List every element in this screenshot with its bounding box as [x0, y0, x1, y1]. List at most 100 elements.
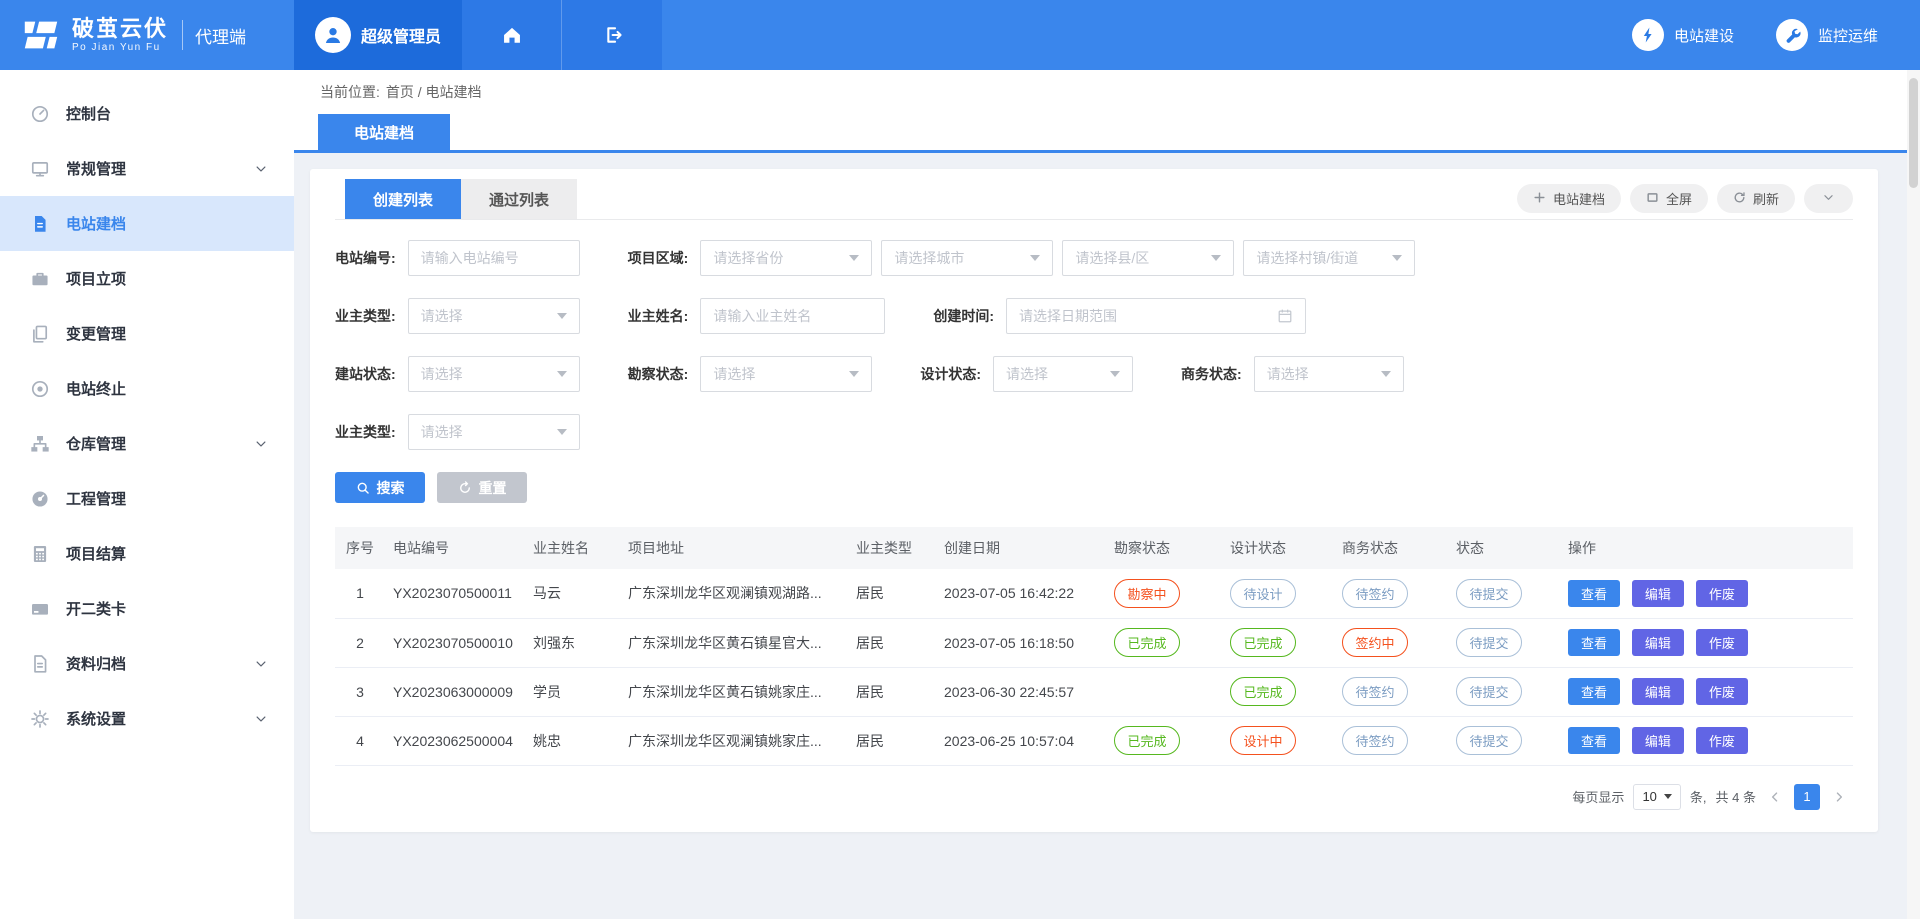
table-row: 3 YX2023063000009 学员 广东深圳龙华区黄石镇姚家庄... 居民… — [335, 667, 1853, 716]
sidebar-item[interactable]: 资料归档 — [0, 636, 294, 691]
sidebar-item[interactable]: 电站终止 — [0, 361, 294, 416]
caret-down-icon — [1110, 371, 1120, 377]
caret-down-icon — [1664, 794, 1672, 799]
cell-survey-status — [1106, 667, 1222, 716]
survey-status-select[interactable]: 请选择 — [700, 356, 872, 392]
sidebar-item[interactable]: 工程管理 — [0, 471, 294, 526]
build-status-select[interactable]: 请选择 — [408, 356, 580, 392]
view-button[interactable]: 查看 — [1568, 629, 1620, 656]
sidebar-item[interactable]: 系统设置 — [0, 691, 294, 746]
records-table: 序号电站编号业主姓名项目地址业主类型创建日期勘察状态设计状态商务状态状态操作 1… — [335, 527, 1853, 766]
avatar — [315, 17, 351, 53]
city-select[interactable]: 请选择城市 — [881, 240, 1053, 276]
sidebar-item[interactable]: 仓库管理 — [0, 416, 294, 471]
filter-group: 创建时间: 请选择日期范围 — [933, 298, 1306, 334]
owner-type-select[interactable]: 请选择 — [408, 298, 580, 334]
tab-passed-list[interactable]: 通过列表 — [461, 179, 577, 219]
cell-station-no: YX2023070500011 — [385, 569, 525, 618]
edit-button[interactable]: 编辑 — [1632, 629, 1684, 656]
survey-status-badge: 已完成 — [1114, 726, 1180, 755]
business-status-select[interactable]: 请选择 — [1254, 356, 1404, 392]
search-button[interactable]: 搜索 — [335, 472, 425, 503]
county-select[interactable]: 请选择县/区 — [1062, 240, 1234, 276]
sidebar-item[interactable]: 常规管理 — [0, 141, 294, 196]
toolbar-button[interactable]: 电站建档 — [1517, 184, 1621, 213]
owner-type-2-select[interactable]: 请选择 — [408, 414, 580, 450]
sidebar-item[interactable]: 开二类卡 — [0, 581, 294, 636]
cell-address: 广东深圳龙华区观澜镇观湖路... — [620, 569, 848, 618]
caret-down-icon — [1392, 255, 1402, 261]
create-time-date-range[interactable]: 请选择日期范围 — [1006, 298, 1306, 334]
edit-button[interactable]: 编辑 — [1632, 678, 1684, 705]
cell-index: 1 — [335, 569, 385, 618]
view-button[interactable]: 查看 — [1568, 727, 1620, 754]
next-page-button[interactable] — [1829, 790, 1849, 804]
toolbar-button[interactable]: 刷新 — [1717, 184, 1795, 213]
page-size-select[interactable]: 10 — [1633, 784, 1680, 810]
user-menu[interactable]: 超级管理员 — [294, 0, 462, 70]
filter-group: 业主类型: 请选择 — [335, 298, 580, 334]
tab-create-list[interactable]: 创建列表 — [345, 179, 461, 219]
per-page-unit: 条, — [1690, 787, 1707, 806]
topbar: 破茧云伏 Po Jian Yun Fu 代理端 超级管理员 电站建设 监控运维 — [0, 0, 1920, 70]
province-select[interactable]: 请选择省份 — [700, 240, 872, 276]
view-button[interactable]: 查看 — [1568, 580, 1620, 607]
filter-label: 业主类型: — [335, 306, 396, 326]
logout-button[interactable] — [562, 0, 662, 70]
design-status-select[interactable]: 请选择 — [993, 356, 1133, 392]
column-header: 业主姓名 — [525, 527, 620, 569]
sidebar-item[interactable]: 项目立项 — [0, 251, 294, 306]
survey-status-badge: 已完成 — [1114, 628, 1180, 657]
search-icon — [356, 481, 370, 495]
sidebar-item[interactable]: 控制台 — [0, 86, 294, 141]
view-button[interactable]: 查看 — [1568, 678, 1620, 705]
void-button[interactable]: 作废 — [1696, 678, 1748, 705]
void-button[interactable]: 作废 — [1696, 580, 1748, 607]
toolbar-button[interactable]: 全屏 — [1630, 184, 1708, 213]
cell-business-status: 签约中 — [1334, 618, 1448, 667]
design-status-badge: 已完成 — [1230, 677, 1296, 706]
page-tab[interactable]: 电站建档 — [318, 114, 450, 150]
filter-group: 电站编号: — [335, 240, 580, 276]
scrollbar-thumb[interactable] — [1909, 78, 1918, 188]
total-count: 共 4 条 — [1716, 787, 1756, 806]
document-icon — [30, 214, 50, 234]
topbar-quick-link[interactable]: 电站建设 — [1632, 0, 1734, 70]
home-button[interactable] — [462, 0, 562, 70]
cell-created-date: 2023-06-30 22:45:57 — [936, 667, 1106, 716]
cell-owner-name: 马云 — [525, 569, 620, 618]
filter-group: 项目区域: 请选择省份请选择城市请选择县/区请选择村镇/街道 — [628, 240, 1416, 276]
sidebar-item[interactable]: 项目结算 — [0, 526, 294, 581]
sidebar-item[interactable]: 电站建档 — [0, 196, 294, 251]
station-code-input[interactable] — [421, 250, 567, 266]
prev-page-button[interactable] — [1765, 790, 1785, 804]
table-header-row: 序号电站编号业主姓名项目地址业主类型创建日期勘察状态设计状态商务状态状态操作 — [335, 527, 1853, 569]
page-number-button[interactable]: 1 — [1794, 784, 1820, 810]
edit-button[interactable]: 编辑 — [1632, 580, 1684, 607]
main: 当前位置: 首页 / 电站建档 电站建档 创建列表 通过列表 电站建档 全屏 — [294, 70, 1920, 919]
card-icon — [30, 599, 50, 619]
breadcrumb-path[interactable]: 首页 / 电站建档 — [386, 82, 482, 102]
column-header: 电站编号 — [385, 527, 525, 569]
cell-owner-type: 居民 — [848, 618, 936, 667]
sidebar-item[interactable]: 变更管理 — [0, 306, 294, 361]
owner-name-input[interactable] — [713, 308, 872, 324]
toolbar-button[interactable] — [1804, 184, 1853, 213]
quick-link-label: 监控运维 — [1818, 25, 1878, 46]
filter-group: 建站状态: 请选择 — [335, 356, 580, 392]
cell-created-date: 2023-07-05 16:42:22 — [936, 569, 1106, 618]
edit-button[interactable]: 编辑 — [1632, 727, 1684, 754]
void-button[interactable]: 作废 — [1696, 727, 1748, 754]
filter-label: 业主类型: — [335, 422, 396, 442]
business-status-badge: 待签约 — [1342, 579, 1408, 608]
panel-header: 创建列表 通过列表 电站建档 全屏 刷新 — [335, 169, 1853, 220]
sidebar-item-label: 电站终止 — [66, 378, 268, 399]
column-header: 创建日期 — [936, 527, 1106, 569]
filter-label: 项目区域: — [628, 248, 689, 268]
reset-button[interactable]: 重置 — [437, 472, 527, 503]
cell-created-date: 2023-06-25 10:57:04 — [936, 716, 1106, 765]
scrollbar[interactable] — [1907, 70, 1920, 919]
town-select[interactable]: 请选择村镇/街道 — [1243, 240, 1415, 276]
void-button[interactable]: 作废 — [1696, 629, 1748, 656]
topbar-quick-link[interactable]: 监控运维 — [1776, 0, 1878, 70]
